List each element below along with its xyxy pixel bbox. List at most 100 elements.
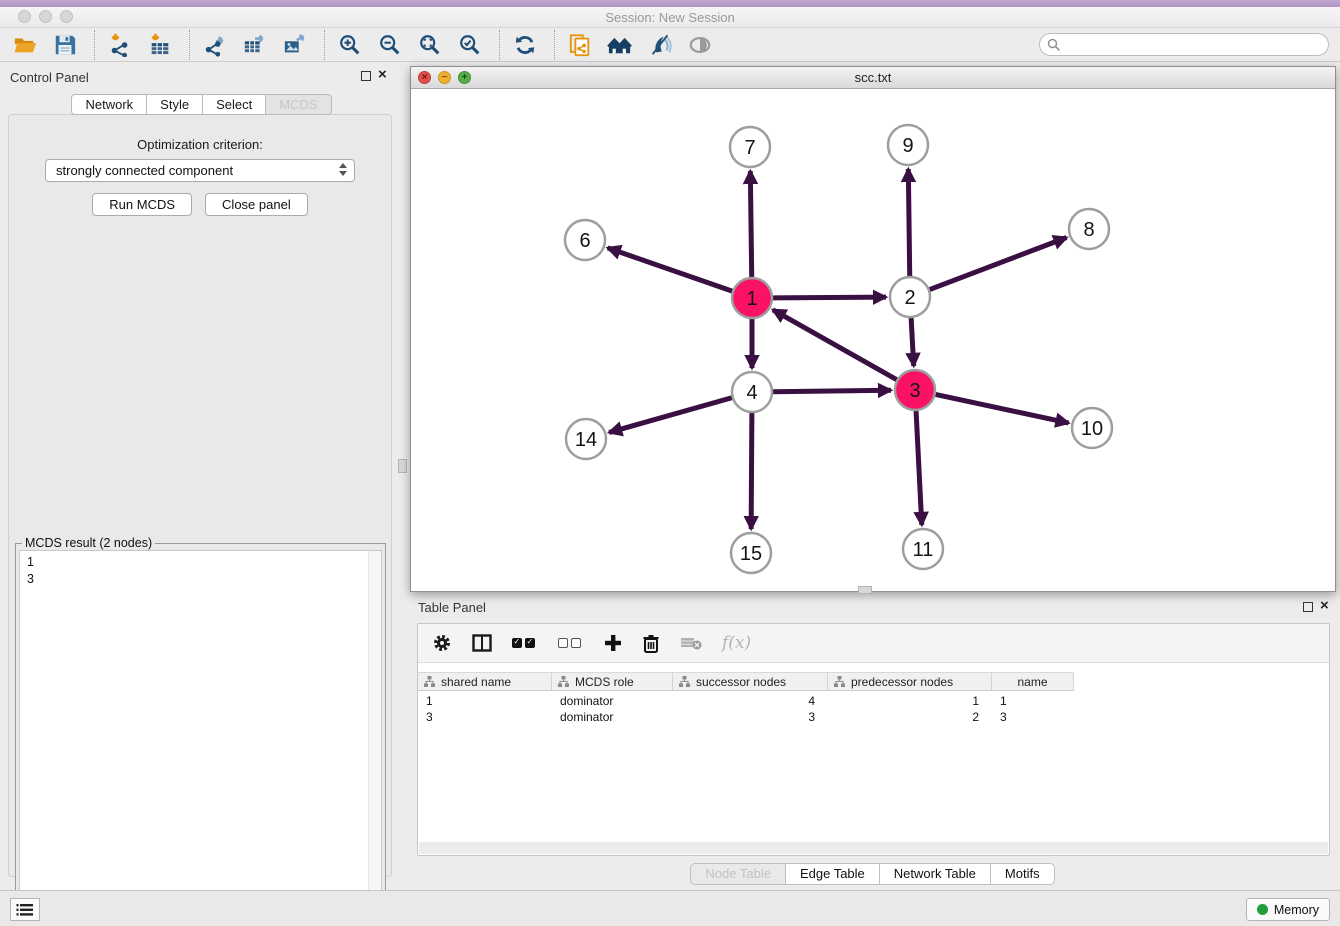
first-neighbors-icon[interactable] [607, 32, 633, 58]
edge-3-1[interactable] [773, 310, 897, 380]
network-window-title: scc.txt [411, 70, 1335, 85]
float-table-panel-icon[interactable] [1303, 602, 1313, 612]
table-panel-title: Table Panel [418, 600, 486, 615]
column-header-label: name [1017, 675, 1047, 689]
export-network-icon[interactable] [202, 32, 228, 58]
edge-1-2[interactable] [773, 297, 886, 298]
horizontal-splitter-grip[interactable] [858, 586, 872, 594]
edge-2-8[interactable] [930, 238, 1067, 290]
column-header-MCDS-role[interactable]: MCDS role [552, 673, 673, 690]
cell-name[interactable]: 1 [992, 693, 1074, 709]
search-field[interactable] [1039, 33, 1329, 56]
column-header-name[interactable]: name [992, 673, 1074, 690]
edge-1-7[interactable] [750, 171, 751, 277]
table-row[interactable]: 1dominator411 [418, 693, 1074, 709]
tab-style[interactable]: Style [146, 94, 203, 115]
criterion-dropdown[interactable]: strongly connected component [45, 159, 355, 182]
import-table-icon[interactable] [147, 32, 173, 58]
delete-column-trash-icon[interactable] [642, 634, 660, 653]
node-table: f(x) shared nameMCDS rolesuccessor nodes… [417, 623, 1330, 856]
cell-shared-name[interactable]: 3 [418, 709, 552, 725]
unselect-all-columns-icon[interactable] [558, 638, 584, 648]
cell-MCDS-role[interactable]: dominator [552, 693, 673, 709]
open-session-icon[interactable] [12, 32, 38, 58]
table-hscrollbar[interactable] [419, 842, 1328, 854]
export-table-icon[interactable] [242, 32, 268, 58]
dropdown-spinner-icon [339, 163, 347, 176]
edge-4-14[interactable] [609, 398, 732, 433]
table-header-row[interactable]: shared nameMCDS rolesuccessor nodesprede… [418, 672, 1074, 691]
node-label-8: 8 [1083, 219, 1094, 241]
table-row[interactable]: 3dominator323 [418, 709, 1074, 725]
edge-3-10[interactable] [936, 394, 1069, 423]
select-all-columns-icon[interactable] [512, 638, 538, 648]
clone-network-icon[interactable] [567, 32, 593, 58]
import-network-icon[interactable] [107, 32, 133, 58]
table-settings-gear-icon[interactable] [432, 633, 452, 653]
control-panel: Control Panel × NetworkStyleSelectMCDS O… [0, 62, 403, 890]
edge-2-3[interactable] [911, 318, 914, 366]
tab-network-table[interactable]: Network Table [879, 863, 991, 885]
cell-predecessor-nodes[interactable]: 1 [828, 693, 992, 709]
column-header-successor-nodes[interactable]: successor nodes [673, 673, 828, 690]
app-title: Session: New Session [0, 10, 1340, 25]
edge-1-6[interactable] [608, 248, 732, 291]
column-header-shared-name[interactable]: shared name [418, 673, 552, 690]
edge-4-3[interactable] [773, 390, 891, 391]
mcds-result-title: MCDS result (2 nodes) [22, 536, 155, 550]
list-icon [16, 903, 34, 917]
zoom-selected-icon[interactable] [457, 32, 483, 58]
mcds-result-list[interactable]: 1 3 [19, 550, 382, 919]
node-label-9: 9 [902, 135, 913, 157]
zoom-fit-icon[interactable] [417, 32, 443, 58]
cell-MCDS-role[interactable]: dominator [552, 709, 673, 725]
close-panel-icon[interactable]: × [378, 67, 387, 83]
node-label-1: 1 [746, 288, 757, 310]
function-builder-icon: f(x) [722, 633, 751, 653]
tab-node-table[interactable]: Node Table [690, 863, 786, 885]
mcds-result-group: MCDS result (2 nodes) 1 3 [15, 543, 386, 923]
graph-edges[interactable] [608, 169, 1069, 529]
run-mcds-button[interactable]: Run MCDS [92, 193, 192, 216]
memory-status-icon [1257, 904, 1268, 915]
memory-button[interactable]: Memory [1246, 898, 1330, 921]
network-canvas[interactable]: 7968124314101511 [411, 89, 1335, 591]
save-session-icon[interactable] [52, 32, 78, 58]
column-header-predecessor-nodes[interactable]: predecessor nodes [828, 673, 992, 690]
refresh-icon[interactable] [512, 32, 538, 58]
network-window-titlebar[interactable]: × − + scc.txt [411, 67, 1335, 89]
create-column-plus-icon[interactable] [604, 634, 622, 652]
tab-motifs[interactable]: Motifs [990, 863, 1055, 885]
cell-shared-name[interactable]: 1 [418, 693, 552, 709]
column-type-icon [679, 676, 690, 687]
node-label-3: 3 [909, 380, 920, 402]
mcds-panel: Optimization criterion: strongly connect… [8, 114, 392, 877]
cell-name[interactable]: 3 [992, 709, 1074, 725]
column-type-icon [834, 676, 845, 687]
show-column-panel-icon[interactable] [472, 634, 492, 652]
cell-successor-nodes[interactable]: 4 [673, 693, 828, 709]
tab-select[interactable]: Select [202, 94, 266, 115]
mcds-result-scrollbar[interactable] [368, 551, 381, 918]
float-panel-icon[interactable] [361, 71, 371, 81]
tab-mcds[interactable]: MCDS [265, 94, 331, 115]
edge-3-11[interactable] [916, 411, 922, 525]
criterion-value: strongly connected component [56, 163, 233, 178]
zoom-in-icon[interactable] [337, 32, 363, 58]
cell-predecessor-nodes[interactable]: 2 [828, 709, 992, 725]
close-table-panel-icon[interactable]: × [1320, 598, 1329, 614]
edge-2-9[interactable] [908, 169, 909, 276]
mcds-result-lines: 1 3 [20, 551, 381, 588]
search-input[interactable] [1061, 38, 1311, 52]
cell-successor-nodes[interactable]: 3 [673, 709, 828, 725]
export-image-icon[interactable] [282, 32, 308, 58]
graphics-details-icon[interactable] [647, 32, 673, 58]
close-panel-button[interactable]: Close panel [205, 193, 308, 216]
zoom-out-icon[interactable] [377, 32, 403, 58]
vertical-splitter-grip[interactable] [398, 459, 407, 473]
edge-4-15[interactable] [751, 413, 752, 529]
toolbar-separator [324, 30, 325, 60]
tab-edge-table[interactable]: Edge Table [785, 863, 880, 885]
tab-network[interactable]: Network [71, 94, 147, 115]
task-history-button[interactable] [10, 898, 40, 921]
